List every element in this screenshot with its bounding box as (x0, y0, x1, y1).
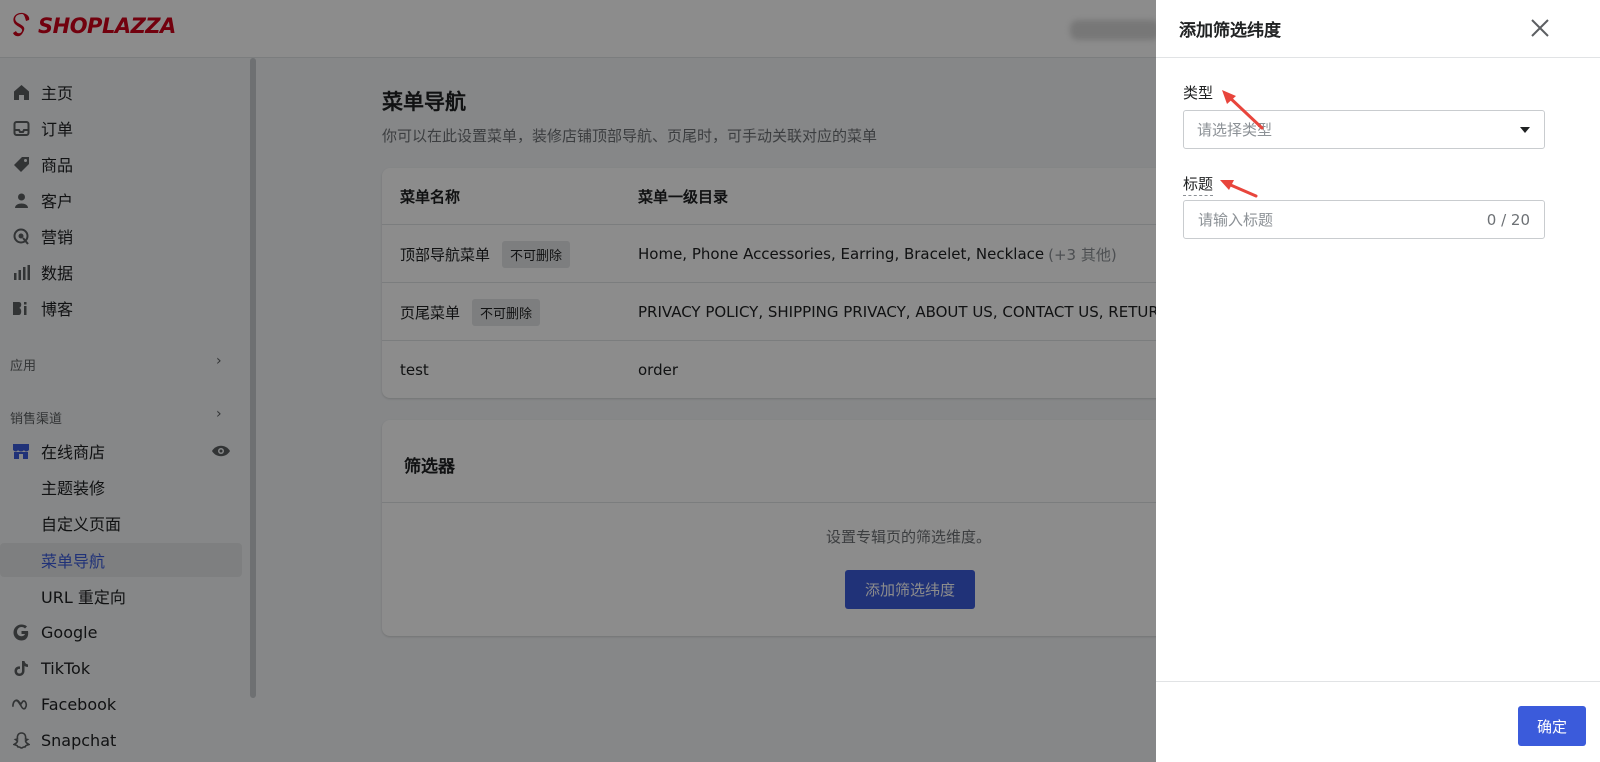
drawer-title: 添加筛选纬度 (1179, 21, 1281, 41)
annotation-arrow-icon (1222, 90, 1264, 130)
type-field-label: 类型 (1183, 84, 1214, 102)
close-icon[interactable] (1526, 14, 1554, 42)
caret-down-icon (1520, 127, 1530, 133)
character-counter: 0 / 20 (1486, 211, 1530, 229)
drawer-header: 添加筛选纬度 (1156, 0, 1600, 58)
modal-overlay[interactable] (0, 0, 1156, 762)
title-input[interactable]: 请输入标题 0 / 20 (1183, 200, 1545, 239)
drawer-footer-divider (1156, 681, 1600, 682)
title-field-label: 标题 (1183, 173, 1214, 196)
title-input-placeholder: 请输入标题 (1198, 211, 1274, 229)
add-filter-drawer: 添加筛选纬度 类型 请选择类型 标题 请输入标题 0 / 20 确定 (1156, 0, 1600, 762)
confirm-button[interactable]: 确定 (1518, 706, 1586, 746)
annotation-arrow-icon (1220, 180, 1258, 198)
